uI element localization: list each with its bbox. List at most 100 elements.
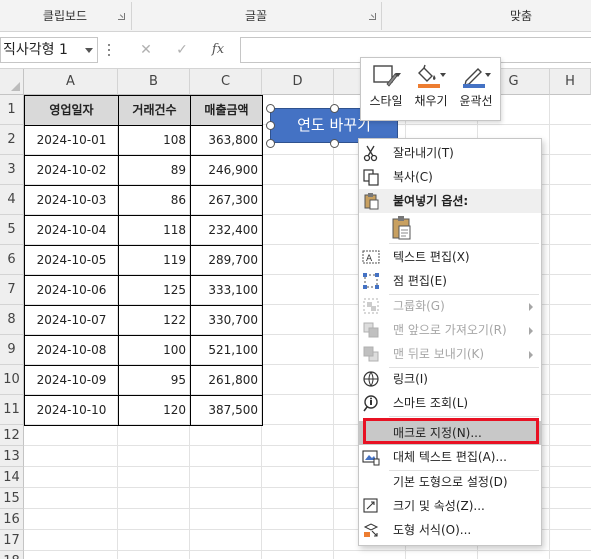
table-cell[interactable]: 387,500 [190, 395, 263, 426]
table-cell[interactable]: 232,400 [190, 215, 263, 246]
close-icon[interactable]: ✕ [135, 40, 157, 60]
table-cell[interactable]: 2024-10-09 [24, 365, 119, 396]
row-header-18[interactable]: 18 [0, 551, 24, 559]
table-cell[interactable]: 122 [118, 305, 191, 336]
menu-item-set-default-shape[interactable]: 기본 도형으로 설정(D) [359, 470, 541, 494]
resize-handle[interactable] [266, 104, 275, 113]
table-cell[interactable]: 246,900 [190, 155, 263, 186]
table-header-cell[interactable]: 거래건수 [118, 95, 191, 126]
table-cell[interactable]: 2024-10-05 [24, 245, 119, 276]
paste-option-button[interactable] [389, 215, 415, 241]
table-cell[interactable]: 120 [118, 395, 191, 426]
table-cell[interactable]: 363,800 [190, 125, 263, 156]
name-box[interactable]: 직사각형 1 [0, 37, 98, 63]
table-cell[interactable]: 2024-10-01 [24, 125, 119, 156]
column-header-b[interactable]: B [118, 69, 190, 95]
row-header-12[interactable]: 12 [0, 425, 24, 446]
insert-function-icon[interactable]: fx [207, 40, 229, 60]
menu-item-edit-points[interactable]: 점 편집(E) [359, 269, 541, 293]
table-cell[interactable]: 261,800 [190, 365, 263, 396]
resize-handle[interactable] [266, 121, 275, 130]
table-cell[interactable]: 119 [118, 245, 191, 276]
row-header-3[interactable]: 3 [0, 155, 24, 185]
table-cell[interactable]: 100 [118, 335, 191, 366]
row-header-1[interactable]: 1 [0, 95, 24, 125]
table-cell[interactable]: 2024-10-03 [24, 185, 119, 216]
menu-item-format-shape[interactable]: 도형 서식(O)... [359, 518, 541, 542]
alt-text-icon [362, 448, 380, 466]
font-launcher-icon[interactable] [369, 13, 376, 20]
row-header-8[interactable]: 8 [0, 305, 24, 335]
row-header-16[interactable]: 16 [0, 509, 24, 530]
size-properties-icon [362, 497, 380, 515]
table-cell[interactable]: 86 [118, 185, 191, 216]
table-header-cell[interactable]: 매출금액 [190, 95, 263, 126]
row-header-14[interactable]: 14 [0, 467, 24, 488]
table-cell[interactable]: 2024-10-02 [24, 155, 119, 186]
menu-item-copy[interactable]: 복사(C) [359, 165, 541, 189]
row-header-5[interactable]: 5 [0, 215, 24, 245]
row-header-2[interactable]: 2 [0, 125, 24, 155]
menu-item-cut[interactable]: 잘라내기(T) [359, 141, 541, 165]
row-header-9[interactable]: 9 [0, 335, 24, 365]
resize-handle[interactable] [330, 104, 339, 113]
row-header-10[interactable]: 10 [0, 365, 24, 395]
table-cell[interactable]: 125 [118, 275, 191, 306]
name-box-value: 직사각형 1 [3, 42, 68, 58]
menu-item-smart-lookup[interactable]: 스마트 조회(L) [359, 391, 541, 415]
table-cell[interactable]: 330,700 [190, 305, 263, 336]
table-cell[interactable]: 95 [118, 365, 191, 396]
menu-item-send-to-back[interactable]: 맨 뒤로 보내기(K) [359, 342, 541, 366]
link-icon [362, 370, 380, 388]
table-cell[interactable]: 2024-10-10 [24, 395, 119, 426]
bring-to-front-icon [362, 321, 380, 339]
row-header-7[interactable]: 7 [0, 275, 24, 305]
outline-button[interactable]: 윤곽선 [454, 64, 498, 109]
menu-item-paste-options: 붙여넣기 옵션: [359, 189, 541, 213]
menu-item-bring-to-front[interactable]: 맨 앞으로 가져오기(R) [359, 318, 541, 342]
row-header-6[interactable]: 6 [0, 245, 24, 275]
resize-handle[interactable] [266, 139, 275, 148]
table-header-cell[interactable]: 영업일자 [24, 95, 119, 126]
table-cell[interactable]: 289,700 [190, 245, 263, 276]
table-cell[interactable]: 2024-10-06 [24, 275, 119, 306]
column-header-a[interactable]: A [24, 69, 118, 95]
menu-item-link[interactable]: 링크(I) [359, 367, 541, 391]
row-header-13[interactable]: 13 [0, 446, 24, 467]
menu-item-edit-alt-text[interactable]: 대체 텍스트 편집(A)... [359, 445, 541, 469]
check-icon[interactable]: ✓ [171, 40, 193, 60]
fill-button[interactable]: 채우기 [409, 64, 453, 109]
table-cell[interactable]: 521,100 [190, 335, 263, 366]
chevron-down-icon[interactable] [85, 48, 93, 53]
menu-item-size-properties[interactable]: 크기 및 속성(Z)... [359, 494, 541, 518]
resize-handle[interactable] [330, 139, 339, 148]
table-cell[interactable]: 108 [118, 125, 191, 156]
row-header-15[interactable]: 15 [0, 488, 24, 509]
drag-handle-icon[interactable] [108, 44, 111, 58]
table-cell[interactable]: 2024-10-07 [24, 305, 119, 336]
table-cell[interactable]: 2024-10-04 [24, 215, 119, 246]
smart-lookup-icon [362, 394, 380, 412]
scissors-icon [362, 144, 380, 162]
table-cell[interactable]: 89 [118, 155, 191, 186]
table-cell[interactable]: 267,300 [190, 185, 263, 216]
style-button[interactable]: 스타일 [364, 64, 408, 109]
column-header-d[interactable]: D [262, 69, 334, 95]
table-cell[interactable]: 2024-10-08 [24, 335, 119, 366]
table-cell[interactable]: 333,100 [190, 275, 263, 306]
select-all-corner[interactable] [0, 69, 24, 95]
row-header-17[interactable]: 17 [0, 530, 24, 551]
menu-item-edit-text[interactable]: A 텍스트 편집(X) [359, 245, 541, 269]
row-header-11[interactable]: 11 [0, 395, 24, 425]
column-header-c[interactable]: C [190, 69, 262, 95]
table-cell[interactable]: 118 [118, 215, 191, 246]
pen-outline-icon [461, 64, 491, 88]
paint-bucket-icon [416, 64, 446, 88]
column-header-h[interactable]: H [550, 69, 591, 95]
menu-separator [389, 416, 539, 417]
clipboard-launcher-icon[interactable] [118, 13, 125, 20]
ribbon-group-alignment: 맞춤 [509, 9, 533, 23]
row-header-4[interactable]: 4 [0, 185, 24, 215]
menu-item-group[interactable]: 그룹화(G) [359, 294, 541, 318]
context-menu: 잘라내기(T) 복사(C) 붙여넣기 옵션: A 텍스트 편집(X) 점 편집(… [358, 138, 542, 546]
